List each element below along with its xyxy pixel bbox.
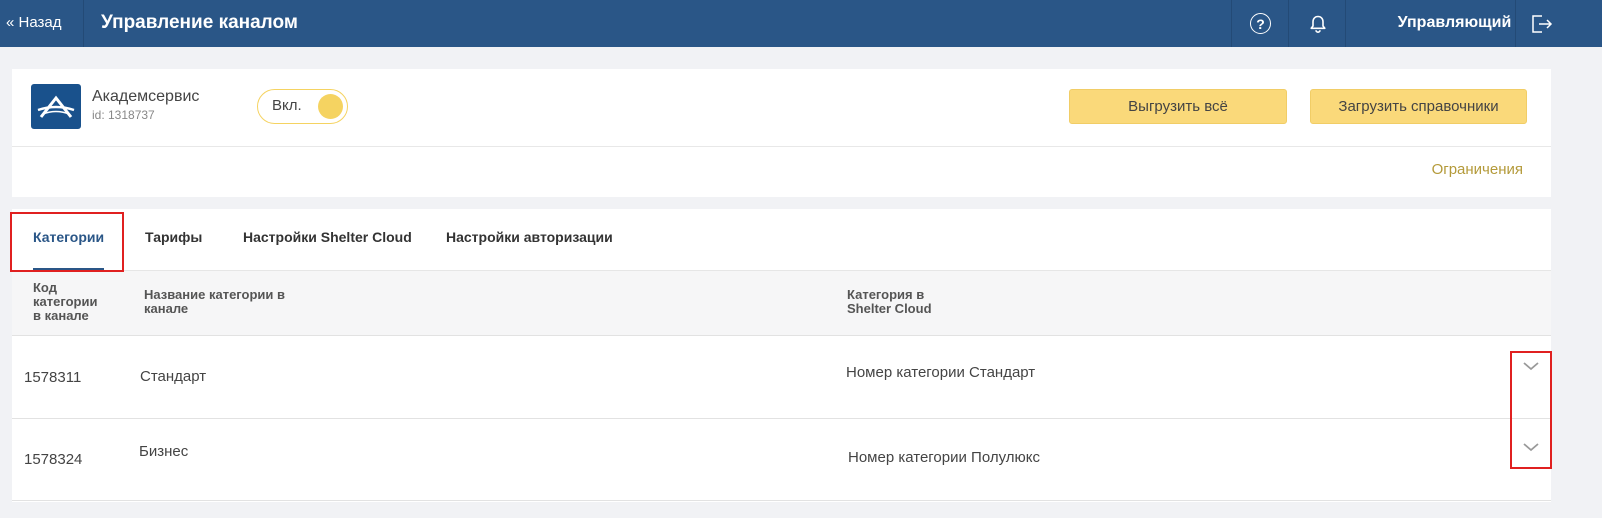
channel-name: Академсервис xyxy=(92,88,200,105)
row-2-name: Бизнес xyxy=(139,443,189,460)
toggle-label: Вкл. xyxy=(272,97,302,114)
tab-tariffs[interactable]: Тарифы xyxy=(145,209,202,270)
tab-categories[interactable]: Категории xyxy=(33,209,105,270)
divider xyxy=(12,146,1551,147)
logout-button[interactable] xyxy=(1516,0,1566,47)
column-header-shelter-category: Категория в Shelter Cloud xyxy=(847,287,932,316)
top-bar: « Назад Управление каналом ? Управляющий xyxy=(0,0,1602,47)
column-header-name: Название категории в канале xyxy=(144,287,286,316)
load-references-button[interactable]: Загрузить справочники xyxy=(1310,89,1527,124)
notifications-button[interactable] xyxy=(1289,0,1346,47)
row-1-name: Стандарт xyxy=(140,368,207,385)
page-title: Управление каналом xyxy=(101,12,298,33)
divider xyxy=(12,418,1551,419)
export-all-button[interactable]: Выгрузить всё xyxy=(1069,89,1287,124)
akademservice-logo-icon xyxy=(31,84,81,129)
channel-toggle[interactable]: Вкл. xyxy=(257,89,348,124)
table-header: Код категории в канале Название категори… xyxy=(12,270,1551,336)
chevron-down-icon[interactable] xyxy=(1521,440,1541,454)
toggle-knob xyxy=(318,94,343,119)
limits-link[interactable]: Ограничения xyxy=(1432,161,1523,178)
channel-panel: Академсервис id: 1318737 Вкл. Выгрузить … xyxy=(12,69,1551,197)
column-header-code: Код категории в канале xyxy=(33,280,98,323)
help-icon: ? xyxy=(1250,13,1271,34)
bell-icon xyxy=(1309,15,1326,33)
row-1-code: 1578311 xyxy=(24,369,82,386)
user-role-menu[interactable]: Управляющий xyxy=(1377,0,1532,45)
row-2-code: 1578324 xyxy=(24,451,83,468)
row-1-shelter-category[interactable]: Номер категории Стандарт xyxy=(846,364,1035,381)
tab-auth-settings[interactable]: Настройки авторизации xyxy=(446,209,613,270)
categories-card: Категории Тарифы Настройки Shelter Cloud… xyxy=(12,209,1551,502)
divider xyxy=(83,0,84,47)
chevron-down-icon[interactable] xyxy=(1521,359,1541,373)
channel-id: id: 1318737 xyxy=(92,108,155,122)
divider xyxy=(12,500,1551,501)
row-2-shelter-category[interactable]: Номер категории Полулюкс xyxy=(848,449,1040,466)
help-button[interactable]: ? xyxy=(1232,0,1289,47)
divider xyxy=(1345,0,1346,47)
logout-icon xyxy=(1532,14,1553,33)
back-link[interactable]: « Назад xyxy=(6,0,62,47)
tab-shelter-cloud-settings[interactable]: Настройки Shelter Cloud xyxy=(243,209,412,270)
